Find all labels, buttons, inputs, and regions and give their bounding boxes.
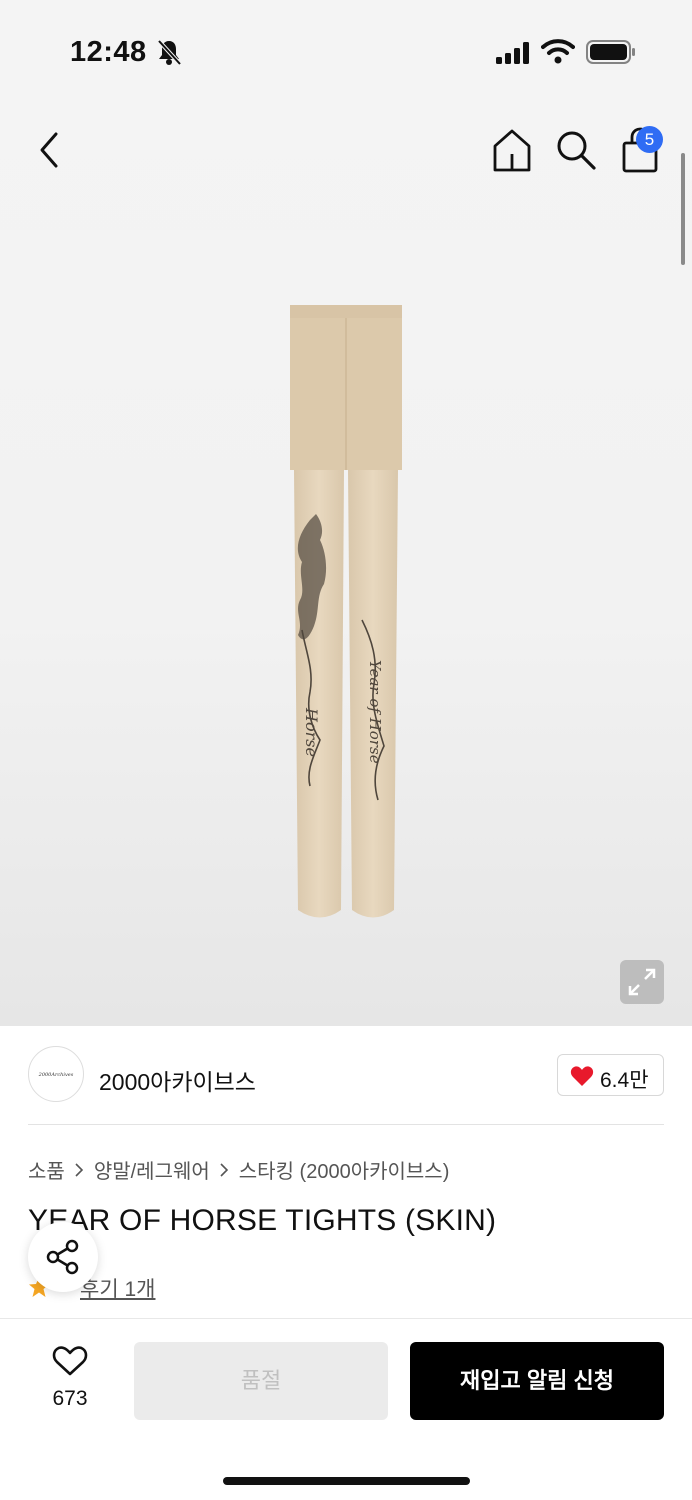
heart-outline-icon (52, 1346, 88, 1376)
cart-count-badge: 5 (636, 126, 663, 153)
chevron-right-icon (75, 1162, 83, 1177)
brand-like-count: 6.4만 (600, 1069, 649, 1092)
expand-image-button[interactable] (620, 960, 664, 1004)
search-icon[interactable] (555, 129, 597, 171)
wifi-icon (541, 39, 575, 64)
brand-like-button[interactable]: 6.4만 (557, 1054, 664, 1096)
soldout-button[interactable]: 품절 (134, 1342, 388, 1420)
breadcrumb: 소품 양말/레그웨어 스타킹 (2000아카이브스) (28, 1155, 449, 1184)
seller-name[interactable]: 2000아카이브스 (99, 1063, 256, 1097)
battery-icon (586, 40, 635, 64)
share-icon (46, 1239, 79, 1275)
left-leg-script-text: Horse (302, 707, 321, 757)
product-title: YEAR OF HORSE TIGHTS (SKIN) (28, 1204, 497, 1237)
wishlist-button[interactable]: 673 (40, 1345, 100, 1411)
share-button[interactable] (28, 1222, 98, 1292)
expand-icon (628, 968, 656, 996)
heart-filled-icon (570, 1066, 594, 1086)
breadcrumb-item[interactable]: 소품 (28, 1155, 65, 1184)
top-navigation (0, 120, 692, 180)
wishlist-count: 673 (52, 1387, 88, 1410)
restock-alert-button[interactable]: 재입고 알림 신청 (410, 1342, 664, 1420)
tights-product-image: Horse Year of Horse (290, 305, 402, 918)
product-image-area: 12:48 5 Horse Year of Horse (0, 0, 692, 1026)
home-indicator (223, 1477, 470, 1485)
bottom-action-bar: 673 품절 재입고 알림 신청 (0, 1318, 692, 1500)
breadcrumb-item[interactable]: 스타킹 (2000아카이브스) (239, 1155, 450, 1184)
home-icon[interactable] (490, 127, 534, 173)
back-arrow-icon[interactable] (32, 128, 68, 172)
cellular-signal-icon (496, 42, 529, 64)
breadcrumb-item[interactable]: 양말/레그웨어 (94, 1155, 210, 1184)
right-leg-script-text: Year of Horse (366, 660, 384, 764)
status-bar: 12:48 (0, 0, 692, 100)
bell-muted-icon (157, 39, 182, 66)
chevron-right-icon (220, 1162, 228, 1177)
divider (28, 1124, 664, 1125)
scrollbar[interactable] (681, 153, 685, 265)
status-time: 12:48 (70, 36, 147, 68)
seller-row: 2000Archives 2000아카이브스 6.4만 (0, 1026, 692, 1126)
seller-logo[interactable]: 2000Archives (28, 1046, 84, 1102)
